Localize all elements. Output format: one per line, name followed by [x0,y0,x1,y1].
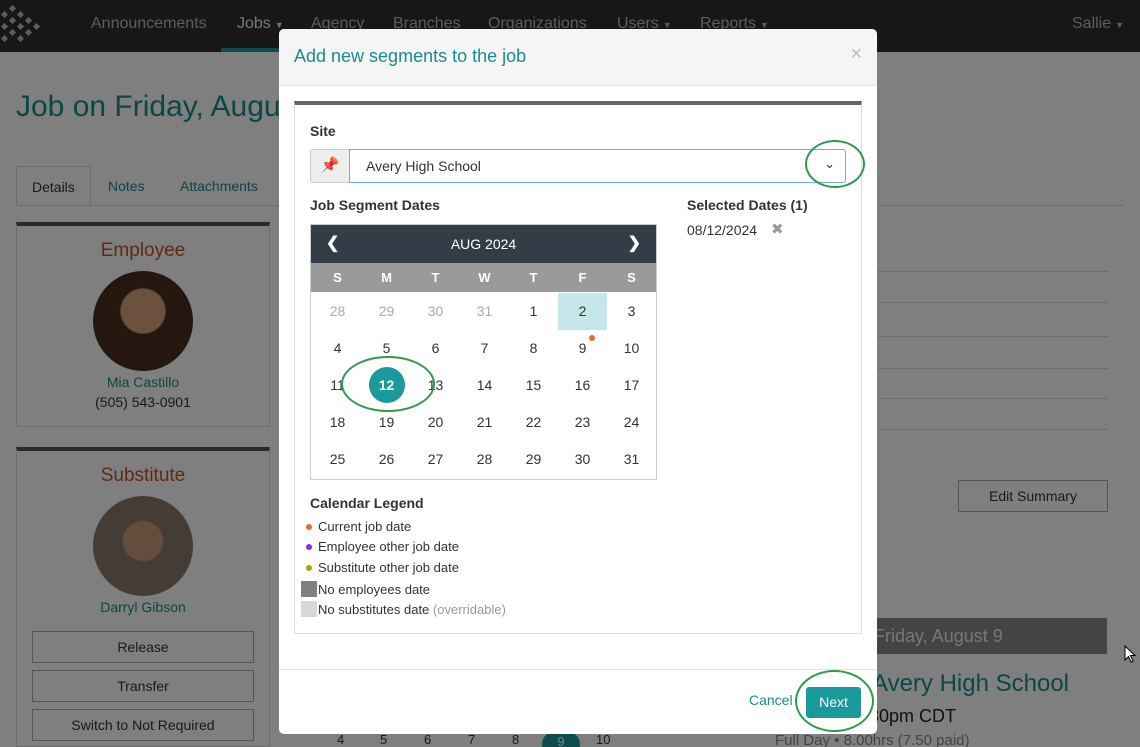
calendar-month: AUG 2024 [450,236,517,252]
calendar-day[interactable]: 30 [411,293,460,330]
calendar-day[interactable]: 17 [607,367,656,404]
weekday-label: W [478,270,491,285]
legend-no-employees: No employees date [301,581,431,597]
orange-dot-icon [306,524,312,530]
site-select[interactable]: Avery High School ⌄ [349,149,846,183]
light-gray-square-icon [301,601,317,617]
weekday-header: SMTWTFS [311,263,656,292]
job-segment-dates-label: Job Segment Dates [310,197,440,213]
calendar-legend-label: Calendar Legend [310,495,424,511]
segment-calendar: ❮ AUG 2024 ❯ SMTWTFS 28 29 30 31 1 2 3 4 5 6 7 8 9 10… [310,224,657,480]
legend-no-substitutes-label: No substitutes date [318,602,430,617]
highlight-ring-selected-day [341,356,435,412]
site-select-value: Avery High School [366,158,481,174]
weekday-label: T [529,270,538,285]
calendar-day[interactable]: 30 [558,441,607,478]
calendar-day[interactable]: 27 [411,441,460,478]
weekday-label: M [381,270,392,285]
weekday-label: S [627,270,636,285]
site-label: Site [310,123,336,139]
legend-no-employees-label: No employees date [318,582,431,597]
mouse-cursor-icon [1124,645,1137,663]
legend-employee-other-label: Employee other job date [318,539,459,554]
legend-current-label: Current job date [318,519,412,534]
calendar-day[interactable]: 21 [460,404,509,441]
calendar-day[interactable]: 29 [362,293,411,330]
calendar-day[interactable]: 6 [411,330,460,367]
calendar-day[interactable]: 8 [509,330,558,367]
calendar-day[interactable]: 31 [607,441,656,478]
gray-square-icon [301,581,317,597]
calendar-header: ❮ AUG 2024 ❯ [311,225,656,263]
next-month-icon[interactable]: ❯ [628,233,641,253]
legend-employee-other: Employee other job date [306,539,459,554]
modal-title: Add new segments to the job [294,46,527,66]
calendar-day[interactable]: 20 [411,404,460,441]
calendar-day[interactable]: 26 [362,441,411,478]
calendar-day[interactable]: 28 [460,441,509,478]
close-icon[interactable]: × [850,43,862,66]
weekday-label: S [333,270,342,285]
calendar-day[interactable]: 14 [460,367,509,404]
modal-header: Add new segments to the job × [279,29,877,86]
olive-dot-icon [306,565,312,571]
current-job-dot-icon [589,335,595,341]
calendar-day[interactable]: 24 [607,404,656,441]
add-segments-modal: Add new segments to the job × Site 📌 Ave… [279,29,877,734]
calendar-day[interactable]: 9 [558,330,607,367]
cancel-link[interactable]: Cancel [749,692,793,708]
calendar-day[interactable]: 29 [509,441,558,478]
calendar-day[interactable]: 28 [313,293,362,330]
highlight-ring-site-dropdown [805,140,865,188]
calendar-day[interactable]: 31 [460,293,509,330]
calendar-day[interactable]: 25 [313,441,362,478]
highlight-ring-next-button [795,670,874,732]
legend-overridable-label: (overridable) [432,602,506,617]
purple-dot-icon [306,544,312,550]
selected-date-item: 08/12/2024 [687,222,758,238]
legend-no-substitutes: No substitutes date (overridable) [301,601,506,617]
weekday-label: T [431,270,440,285]
pin-icon: 📌 [310,149,350,183]
calendar-day[interactable]: 10 [607,330,656,367]
calendar-day[interactable]: 4 [313,330,362,367]
calendar-day[interactable]: 18 [313,404,362,441]
calendar-day[interactable]: 3 [607,293,656,330]
weekday-label: F [578,270,587,285]
remove-date-icon[interactable]: ✖ [771,220,784,238]
selected-dates-label: Selected Dates (1) [687,197,808,213]
calendar-day[interactable]: 23 [558,404,607,441]
calendar-day[interactable]: 16 [558,367,607,404]
legend-substitute-other: Substitute other job date [306,560,459,575]
calendar-day[interactable]: 7 [460,330,509,367]
modal-footer: Cancel Next [279,669,877,734]
calendar-day[interactable]: 2 [558,293,607,330]
calendar-day[interactable]: 1 [509,293,558,330]
modal-body: Site 📌 Avery High School ⌄ Job Segment D… [294,101,865,634]
legend-substitute-other-label: Substitute other job date [318,560,459,575]
legend-current: Current job date [306,519,412,534]
calendar-day[interactable]: 22 [509,404,558,441]
calendar-day[interactable]: 15 [509,367,558,404]
